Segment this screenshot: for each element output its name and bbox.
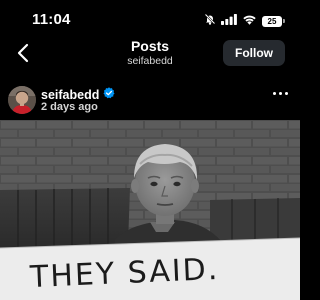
bell-slash-icon xyxy=(204,12,216,30)
verified-badge-icon xyxy=(103,86,115,104)
more-dot xyxy=(273,92,276,95)
more-dot xyxy=(279,92,282,95)
status-bar: 11:04 25 xyxy=(0,0,300,38)
more-options-button[interactable] xyxy=(273,92,288,95)
post-header: seifabedd 2 days ago xyxy=(0,82,300,118)
status-time: 11:04 xyxy=(32,11,71,28)
back-button[interactable] xyxy=(12,43,34,68)
signal-icon xyxy=(221,12,237,30)
battery-icon: 25 xyxy=(262,15,285,27)
post-timestamp: 2 days ago xyxy=(41,101,98,113)
status-icons: 25 xyxy=(204,12,285,30)
post-username[interactable]: seifabedd xyxy=(41,88,99,102)
more-dot xyxy=(285,92,288,95)
post-image[interactable]: THEY SAID. xyxy=(0,120,300,300)
follow-button[interactable]: Follow xyxy=(223,40,285,66)
chevron-left-icon xyxy=(17,43,29,68)
avatar[interactable] xyxy=(8,86,36,114)
wifi-icon xyxy=(242,12,257,30)
nav-bar: Posts seifabedd Follow xyxy=(0,38,300,72)
